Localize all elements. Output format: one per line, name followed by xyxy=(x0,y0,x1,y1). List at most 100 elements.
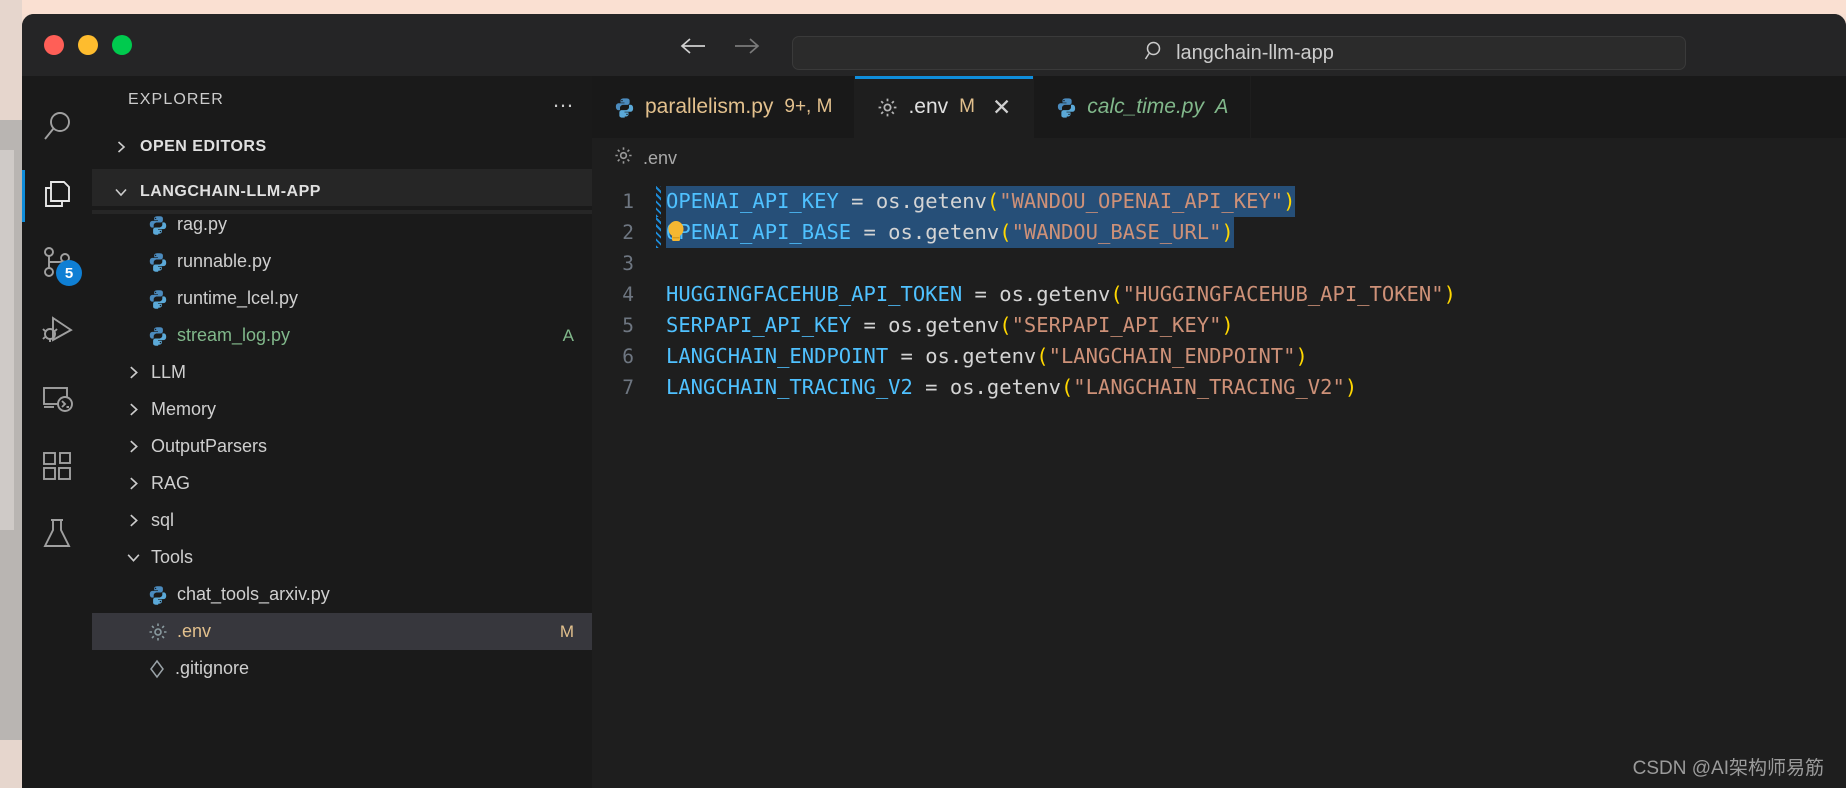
remote-icon xyxy=(40,381,74,420)
maximize-window-button[interactable] xyxy=(112,35,132,55)
explorer-more-actions-button[interactable]: … xyxy=(552,87,576,113)
chevron-right-icon xyxy=(124,439,142,454)
tab-calc-time-py[interactable]: calc_time.py A xyxy=(1034,76,1252,138)
code-editor[interactable]: 1 OPENAI_API_KEY = os.getenv("WANDOU_OPE… xyxy=(592,178,1846,403)
gear-icon xyxy=(614,146,633,170)
chevron-right-icon xyxy=(124,476,142,491)
list-item-label: Memory xyxy=(151,399,217,419)
list-item-label: chat_tools_arxiv.py xyxy=(177,584,330,604)
python-icon xyxy=(614,97,634,118)
explorer-title: EXPLORER xyxy=(128,91,224,108)
python-icon xyxy=(148,289,168,309)
watermark: CSDN @AI架构师易筋 xyxy=(1632,758,1824,779)
tab-status-badge: M xyxy=(959,96,975,117)
list-item-label: runtime_lcel.py xyxy=(177,288,299,308)
go-forward-button[interactable] xyxy=(732,32,762,60)
tab-parallelism-py[interactable]: parallelism.py 9+, M xyxy=(592,76,856,138)
quick-input-text: langchain-llm-app xyxy=(1176,41,1334,64)
list-item-label: runnable.py xyxy=(177,251,272,271)
sidebar-section-label: LANGCHAIN-LLM-APP xyxy=(140,182,321,200)
list-item[interactable]: runnable.py xyxy=(92,243,592,280)
lightbulb-icon[interactable] xyxy=(665,220,687,244)
chevron-right-icon xyxy=(124,513,142,528)
code-line-text: HUGGINGFACEHUB_API_TOKEN = os.getenv("HU… xyxy=(666,282,1456,306)
tab-label: .env xyxy=(908,95,949,118)
python-icon xyxy=(148,252,168,272)
tab-status-badge: A xyxy=(1214,95,1229,118)
list-item-env-selected[interactable]: .env M xyxy=(92,613,592,650)
list-item[interactable]: sql xyxy=(92,502,592,539)
code-line: 4 HUGGINGFACEHUB_API_TOKEN = os.getenv("… xyxy=(592,279,1846,310)
quick-input-search-box[interactable]: langchain-llm-app xyxy=(792,36,1686,70)
activity-bar-item-run-and-debug[interactable] xyxy=(22,298,92,366)
chevron-right-icon xyxy=(112,140,130,154)
tab-env[interactable]: .env M ✕ xyxy=(855,76,1035,138)
python-icon xyxy=(148,326,168,346)
files-icon xyxy=(40,177,74,216)
python-icon xyxy=(148,585,168,605)
title-bar: langchain-llm-app xyxy=(22,14,1846,76)
go-back-button[interactable] xyxy=(678,32,708,60)
chevron-right-icon xyxy=(124,402,142,417)
line-number: 5 xyxy=(622,314,634,337)
git-icon xyxy=(148,659,166,679)
code-line: 2 OPENAI_API_BASE = os.getenv("WANDOU_BA… xyxy=(592,217,1846,248)
close-icon[interactable]: ✕ xyxy=(992,94,1011,121)
code-line-text: SERPAPI_API_KEY = os.getenv("SERPAPI_API… xyxy=(666,313,1234,337)
code-line-text: LANGCHAIN_ENDPOINT = os.getenv("LANGCHAI… xyxy=(666,344,1308,368)
line-number: 7 xyxy=(622,376,634,399)
code-line: 7 LANGCHAIN_TRACING_V2 = os.getenv("LANG… xyxy=(592,372,1846,403)
code-line: 3 xyxy=(592,248,1846,279)
chevron-right-icon xyxy=(124,365,142,380)
list-item-label: LLM xyxy=(151,362,187,382)
sidebar-section-open-editors[interactable]: OPEN EDITORS xyxy=(92,124,592,169)
chevron-down-icon xyxy=(112,185,130,199)
line-number: 4 xyxy=(622,283,634,306)
list-item[interactable]: OutputParsers xyxy=(92,428,592,465)
list-item-label: stream_log.py xyxy=(177,325,291,345)
chevron-down-icon xyxy=(124,550,142,565)
list-item[interactable]: chat_tools_arxiv.py xyxy=(92,576,592,613)
activity-bar-item-search[interactable] xyxy=(22,94,92,162)
line-number: 6 xyxy=(622,345,634,368)
breadcrumb[interactable]: .env xyxy=(592,138,1846,178)
list-item[interactable]: rag.py xyxy=(92,206,592,243)
list-item-label: OutputParsers xyxy=(151,436,268,456)
activity-bar-item-extensions[interactable] xyxy=(22,434,92,502)
code-line-text: LANGCHAIN_TRACING_V2 = os.getenv("LANGCH… xyxy=(666,375,1358,399)
list-item[interactable]: Memory xyxy=(92,391,592,428)
background-window-sliver-inner xyxy=(0,150,14,530)
activity-bar-item-remote-explorer[interactable] xyxy=(22,366,92,434)
list-item[interactable]: LLM xyxy=(92,354,592,391)
list-item[interactable]: .gitignore xyxy=(92,650,592,687)
list-item-label: .env xyxy=(177,621,212,641)
run-debug-icon xyxy=(40,313,74,352)
close-window-button[interactable] xyxy=(44,35,64,55)
source-control-badge: 5 xyxy=(56,260,82,286)
list-item[interactable]: Tools xyxy=(92,539,592,576)
list-item[interactable]: stream_log.py A xyxy=(92,317,592,354)
tree-scroll-clip xyxy=(92,206,592,210)
activity-bar-item-testing[interactable] xyxy=(22,502,92,570)
search-icon xyxy=(40,109,74,148)
minimize-window-button[interactable] xyxy=(78,35,98,55)
sidebar-section-label: OPEN EDITORS xyxy=(140,137,267,155)
python-icon xyxy=(1056,97,1076,118)
list-item[interactable]: RAG xyxy=(92,465,592,502)
explorer-title-bar: EXPLORER … xyxy=(92,76,592,124)
search-icon xyxy=(1144,40,1166,67)
code-line: 6 LANGCHAIN_ENDPOINT = os.getenv("LANGCH… xyxy=(592,341,1846,372)
vscode-window: langchain-llm-app 5 EXPLORER … OPEN EDIT… xyxy=(22,14,1846,788)
tab-status-badge: 9+, M xyxy=(784,96,833,117)
code-line-text: OPENAI_API_BASE = os.getenv("WANDOU_BASE… xyxy=(666,217,1234,248)
line-number: 2 xyxy=(622,221,634,244)
activity-bar-item-explorer[interactable] xyxy=(22,162,92,230)
activity-bar-item-source-control[interactable]: 5 xyxy=(22,230,92,298)
activity-bar: 5 xyxy=(22,76,92,788)
list-item-label: .gitignore xyxy=(175,658,250,678)
gear-icon xyxy=(148,622,168,642)
workbench-body: 5 EXPLORER … OPEN EDITORS LANGCHAIN-LLM-… xyxy=(22,76,1846,788)
code-line: 5 SERPAPI_API_KEY = os.getenv("SERPAPI_A… xyxy=(592,310,1846,341)
file-tree: rag.py runnable.py runtime_lcel.py strea… xyxy=(92,206,592,687)
list-item[interactable]: runtime_lcel.py xyxy=(92,280,592,317)
